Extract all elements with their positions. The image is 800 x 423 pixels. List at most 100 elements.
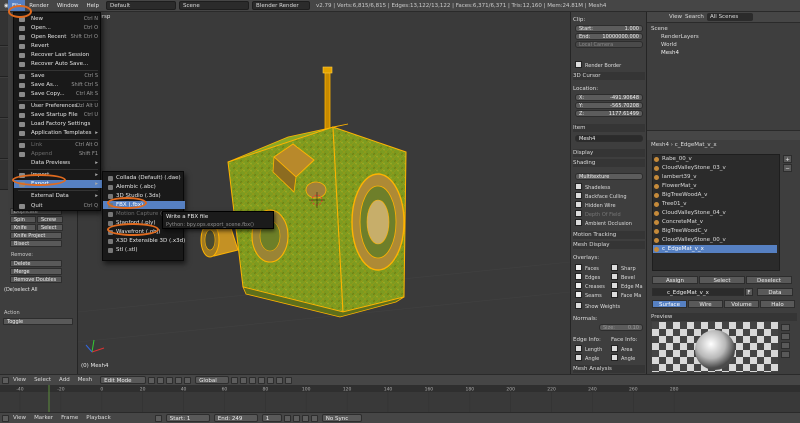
preview-header[interactable]: Preview (651, 313, 797, 321)
outliner-search-menu[interactable]: Search (685, 14, 704, 20)
face-select-icon[interactable] (249, 376, 257, 384)
preview-monkey-button[interactable] (781, 342, 790, 349)
editor-type-icon[interactable] (2, 414, 9, 422)
screw-button[interactable]: Screw (37, 216, 63, 223)
tab-create[interactable] (0, 47, 8, 77)
face-area-checkbox[interactable]: Area (611, 345, 633, 353)
outliner-world[interactable]: World (661, 41, 677, 49)
fake-user-button[interactable]: F (745, 288, 753, 296)
scene-selector[interactable]: Scene (179, 1, 250, 10)
limit-selection-icon[interactable] (258, 376, 266, 384)
tab-options[interactable] (0, 119, 8, 159)
mode-dropdown[interactable]: Edit Mode (100, 376, 147, 384)
export-x3d[interactable]: X3D Extensible 3D (.x3d) (103, 237, 185, 245)
menu-item-external-data[interactable]: External Data (14, 192, 102, 200)
layout-selector[interactable]: Default (106, 1, 177, 10)
vertex-select-icon[interactable] (231, 376, 239, 384)
overlay-bevel-checkbox[interactable]: Bevel (611, 273, 635, 281)
shadeless-checkbox[interactable]: Shadeless (575, 183, 610, 191)
timeline[interactable]: -40 -20 0 20 40 60 80 100 120 140 160 180 200 220 240 2… (0, 385, 800, 412)
export-alembic[interactable]: Alembic (.abc) (103, 183, 185, 191)
rotate-icon[interactable] (184, 376, 192, 384)
export-stl[interactable]: Stl (.stl) (103, 246, 185, 254)
outliner-renderlayers[interactable]: RenderLayers (661, 33, 699, 41)
depth-of-field-checkbox[interactable]: Depth Of Field (575, 210, 621, 218)
motion-tracking-header[interactable]: Motion Tracking (573, 231, 645, 239)
ambient-occlusion-checkbox[interactable]: Ambient Occlusion (575, 219, 632, 227)
layers-icon[interactable] (285, 376, 293, 384)
tab-grease-pencil[interactable] (0, 160, 8, 190)
blender-logo-icon[interactable]: ◉ (0, 0, 9, 11)
menu-add[interactable]: Add (55, 377, 74, 383)
material-slot[interactable]: Rabe_00_v (653, 155, 777, 163)
show-weights-checkbox[interactable]: Show Weights (575, 302, 620, 310)
preview-hair-button[interactable] (781, 351, 790, 358)
menu-item-save-as[interactable]: Save As... Shift Ctrl S (14, 81, 102, 89)
timeline-view-menu[interactable]: View (9, 415, 30, 421)
mesh-display-header[interactable]: Mesh Display (573, 241, 645, 249)
proportional-edit-icon[interactable] (267, 376, 275, 384)
assign-button[interactable]: Assign (652, 276, 698, 284)
material-slot[interactable]: FlowerMat_v (653, 182, 777, 190)
menu-item-revert[interactable]: Revert (14, 42, 102, 50)
material-slot[interactable]: CloudValleyStone_00_v (653, 236, 777, 244)
cursor-z-field[interactable]: Z: 1177.61499 (575, 110, 643, 117)
timeline-frame-menu[interactable]: Frame (57, 415, 82, 421)
overlay-edges-checkbox[interactable]: Edges (575, 273, 600, 281)
menu-item-app-templates[interactable]: Application Templates (14, 129, 102, 137)
material-slot[interactable]: CloudValleyStone_03_v (653, 164, 777, 172)
material-slot-selected[interactable]: c_EdgeMat_v_x (653, 245, 777, 253)
render-border-checkbox[interactable]: Render Border (575, 61, 621, 69)
menu-item-user-preferences[interactable]: User Preferences... Ctrl Alt U (14, 102, 102, 110)
knife-button[interactable]: Knife (10, 224, 36, 231)
start-frame-field[interactable]: Start: 1 (165, 414, 210, 422)
edge-length-checkbox[interactable]: Length (575, 345, 602, 353)
export-collada[interactable]: Collada (Default) (.dae) (103, 174, 185, 182)
remove-doubles-button[interactable]: Remove Doubles (10, 276, 62, 283)
render-engine-selector[interactable]: Blender Render (252, 1, 311, 10)
tab-shading[interactable] (0, 78, 8, 118)
menu-item-data-previews[interactable]: Data Previews (14, 159, 102, 167)
bisect-button[interactable]: Bisect (10, 240, 62, 247)
item-header[interactable]: Item (573, 124, 645, 132)
edge-select-icon[interactable] (240, 376, 248, 384)
timeline-playback-menu[interactable]: Playback (82, 415, 115, 421)
display-header[interactable]: Display (573, 149, 645, 157)
menu-item-save[interactable]: Save Ctrl S (14, 72, 102, 80)
menu-window[interactable]: Window (53, 0, 83, 11)
material-slot[interactable]: CloudValleyStone_04_v (653, 209, 777, 217)
tab-tools[interactable] (0, 12, 8, 46)
translate-icon[interactable] (175, 376, 183, 384)
menu-item-save-startup[interactable]: Save Startup File Ctrl U (14, 111, 102, 119)
action-dropdown[interactable]: Toggle (3, 318, 73, 325)
cursor-y-field[interactable]: Y: -565.70208 (575, 102, 643, 109)
normals-size-field[interactable]: Size: 0.10 (599, 324, 643, 331)
properties-tabs[interactable] (647, 130, 800, 140)
material-name-field[interactable]: c_EdgeMat_v_x (652, 288, 744, 296)
overlay-faces-checkbox[interactable]: Faces (575, 264, 599, 272)
editor-type-icon[interactable] (2, 376, 9, 384)
manipulator-icon[interactable] (166, 376, 174, 384)
preview-sphere-button[interactable] (781, 324, 790, 331)
overlay-face-marks-checkbox[interactable]: Face Ma (611, 291, 641, 299)
viewport-shading-icon[interactable] (148, 376, 156, 384)
deselect-button[interactable]: Deselect (746, 276, 792, 284)
edge-angle-checkbox[interactable]: Angle (575, 354, 599, 362)
clip-end-field[interactable]: End: 10000000.000 (575, 33, 643, 40)
mesh-analysis-header[interactable]: Mesh Analysis (573, 365, 645, 373)
material-slot[interactable]: BigTreeWoodA_v (653, 191, 777, 199)
orientation-dropdown[interactable]: Global (195, 376, 230, 384)
menu-item-open[interactable]: Open... Ctrl O (14, 24, 102, 32)
jump-start-icon[interactable] (283, 414, 291, 422)
shading-header[interactable]: Shading (573, 159, 645, 167)
knife-project-button[interactable]: Knife Project (10, 232, 62, 239)
tab-volume[interactable]: Volume (724, 300, 759, 308)
menu-mesh[interactable]: Mesh (74, 377, 96, 383)
menu-item-load-factory[interactable]: Load Factory Settings (14, 120, 102, 128)
current-frame-field[interactable]: 1 (261, 414, 282, 422)
spin-button[interactable]: Spin (10, 216, 36, 223)
menu-item-recover-last[interactable]: Recover Last Session (14, 51, 102, 59)
menu-select[interactable]: Select (30, 377, 55, 383)
outliner-display-mode[interactable]: All Scenes (707, 13, 753, 21)
menu-item-open-recent[interactable]: Open Recent Shift Ctrl O (14, 33, 102, 41)
